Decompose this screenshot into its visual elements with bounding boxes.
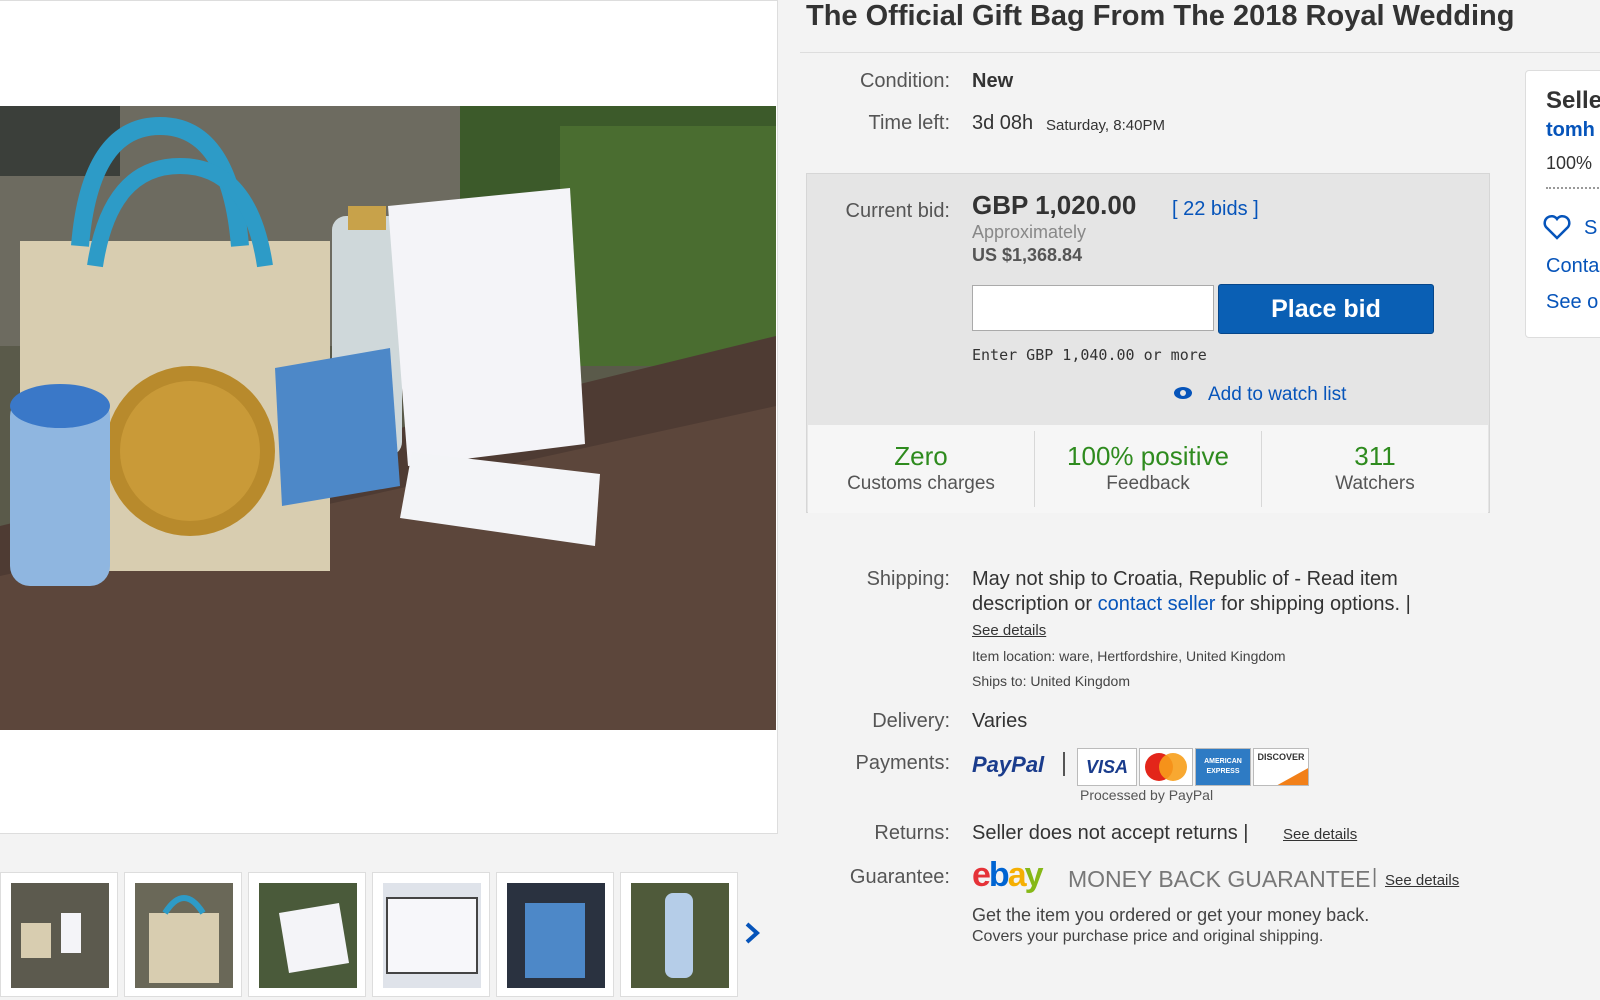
guarantee-line-2: Covers your purchase price and original … [972,928,1324,945]
main-product-photo[interactable] [0,106,776,730]
item-location: Item location: ware, Hertfordshire, Unit… [972,648,1286,664]
shipping-text-2a: description or [972,593,1098,615]
seller-info-card: Selle tomh 100% S Conta See o [1525,70,1600,338]
thumbnail-6[interactable] [620,872,738,997]
bid-count-link[interactable]: [ 22 bids ] [1172,198,1259,221]
returns-label: Returns: [874,822,950,844]
stat-watchers-value: 311 [1354,441,1396,471]
stat-customs-value: Zero [894,441,948,471]
stat-customs: Zero Customs charges [808,425,1034,513]
stat-watchers: 311 Watchers [1262,425,1488,513]
contact-seller-link[interactable]: contact seller [1098,593,1216,615]
stat-customs-label: Customs charges [847,473,995,494]
returns-see-details-link[interactable]: See details [1283,826,1357,843]
approx-value: US $1,368.84 [972,245,1083,265]
stats-row: Zero Customs charges 100% positive Feedb… [808,425,1488,513]
shipping-label: Shipping: [866,568,950,590]
condition-label: Condition: [859,70,950,92]
discover-text: DISCOVER [1257,752,1305,762]
thumbnail-1[interactable] [0,872,118,997]
returns-value: Seller does not accept returns | [972,822,1249,844]
current-bid-amount: GBP 1,020.00 [972,190,1137,220]
shipping-text-2b: for shipping options. | [1215,593,1411,615]
condition-value: New [972,70,1014,92]
seller-feedback-score: 100% [1546,153,1593,173]
ships-to: Ships to: United Kingdom [972,673,1130,689]
shipping-text-2: description or contact seller for shippi… [972,593,1411,616]
chevron-right-icon[interactable] [742,918,764,948]
visa-logo: VISA [1077,748,1137,786]
listing-title: The Official Gift Bag From The 2018 Roya… [806,0,1515,32]
guarantee-separator: | [1372,866,1378,888]
title-divider [800,52,1600,53]
time-left-label: Time left: [868,112,951,134]
seller-divider [1546,187,1600,189]
amex-logo: AMERICAN EXPRESS [1195,748,1251,786]
time-left-value: 3d 08h [972,112,1034,134]
thumbnail-2[interactable] [124,872,242,997]
save-seller-link[interactable]: S [1584,217,1597,240]
contact-seller-card-link[interactable]: Conta [1546,255,1599,278]
guarantee-label: Guarantee: [849,866,950,888]
bid-amount-input[interactable] [972,285,1214,331]
mastercard-logo [1139,748,1193,786]
discover-logo: DISCOVER [1253,748,1309,786]
thumbnail-5[interactable] [496,872,614,997]
place-bid-button[interactable]: Place bid [1218,284,1434,334]
approx-label: Approximately [972,222,1087,242]
thumbnail-4[interactable] [372,872,490,997]
guarantee-see-details-link[interactable]: See details [1385,872,1459,889]
eye-icon[interactable] [1172,385,1194,401]
processed-by-paypal: Processed by PayPal [1080,787,1214,803]
see-other-items-link[interactable]: See o [1546,291,1598,314]
current-bid-label: Current bid: [845,200,951,222]
money-back-guarantee: MONEY BACK GUARANTEE [1068,866,1371,892]
seller-heading: Selle [1546,87,1600,114]
shipping-text-1: May not ship to Croatia, Republic of - R… [972,568,1398,590]
delivery-value: Varies [972,710,1028,732]
payment-divider [1063,752,1065,776]
delivery-label: Delivery: [872,710,950,732]
main-image-panel [0,0,778,834]
time-left-end: Saturday, 8:40PM [1046,117,1165,134]
seller-name-link[interactable]: tomh [1546,119,1595,142]
thumbnail-3[interactable] [248,872,366,997]
payments-label: Payments: [855,752,950,774]
stat-feedback-label: Feedback [1106,473,1190,494]
stat-watchers-label: Watchers [1335,473,1415,494]
guarantee-line-1: Get the item you ordered or get your mon… [972,905,1370,925]
ebay-logo: ebay [972,856,1044,894]
stat-feedback-value: 100% positive [1067,441,1229,471]
heart-icon[interactable] [1542,213,1572,241]
add-to-watch-list-link[interactable]: Add to watch list [1208,384,1346,406]
paypal-logo: PayPal [972,752,1045,777]
stat-feedback: 100% positive Feedback [1035,425,1261,513]
bid-hint: Enter GBP 1,040.00 or more [972,346,1207,364]
shipping-see-details-link[interactable]: See details [972,622,1046,639]
